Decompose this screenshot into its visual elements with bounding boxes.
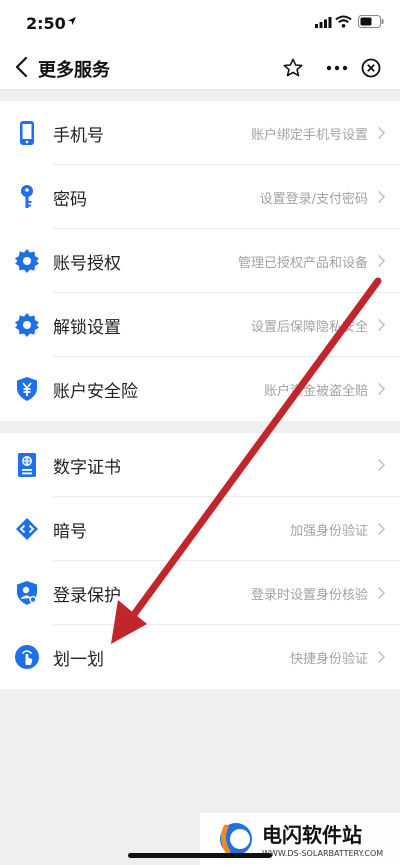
row-digital-certificate[interactable]: 数字证书	[0, 433, 400, 497]
row-description: 快捷身份验证	[289, 652, 368, 667]
row-label: 暗号	[53, 522, 87, 542]
row-password[interactable]: 密码 设置登录/支付密码	[0, 165, 400, 229]
chevron-right-icon	[377, 318, 386, 332]
row-account-insurance[interactable]: 账户安全险 账户资金被盗全赔	[0, 357, 400, 421]
passport-icon	[18, 453, 36, 477]
row-label: 账号授权	[53, 254, 121, 274]
row-phone[interactable]: 手机号 账户绑定手机号设置	[0, 101, 400, 165]
chevron-right-icon	[377, 254, 386, 268]
row-label: 解锁设置	[53, 318, 121, 338]
watermark-title: 电闪软件站	[262, 823, 362, 847]
back-icon[interactable]	[14, 56, 28, 78]
row-label: 登录保护	[53, 586, 121, 606]
star-icon[interactable]	[282, 57, 304, 79]
chevron-right-icon	[377, 458, 386, 472]
chevron-right-icon	[377, 126, 386, 140]
wifi-icon	[335, 15, 352, 28]
row-description: 登录时设置身份核验	[250, 588, 368, 603]
status-time: 2:50	[26, 14, 66, 33]
chevron-right-icon	[377, 382, 386, 396]
gear-icon	[15, 313, 39, 337]
row-description: 账户资金被盗全赔	[263, 384, 368, 399]
user-shield-icon	[17, 581, 37, 605]
settings-group-verification: 数字证书 暗号 加强身份验证 登录保护 登录时设置身份核验 划一划 快捷身份验证	[0, 433, 400, 689]
settings-group-account: 手机号 账户绑定手机号设置 密码 设置登录/支付密码 账号授权 管理已授权产品和…	[0, 101, 400, 421]
more-icon[interactable]	[326, 58, 348, 78]
row-label: 划一划	[53, 650, 104, 670]
gear-icon	[15, 249, 39, 273]
row-description: 管理已授权产品和设备	[237, 256, 368, 271]
yuan-shield-icon	[17, 377, 37, 401]
battery-icon	[358, 15, 384, 28]
swipe-hand-icon	[15, 645, 39, 669]
status-bar: 2:50	[0, 0, 400, 44]
row-unlock-settings[interactable]: 解锁设置 设置后保障隐私安全	[0, 293, 400, 357]
key-icon	[21, 185, 33, 208]
row-swipe[interactable]: 划一划 快捷身份验证	[0, 625, 400, 689]
row-label: 账户安全险	[53, 382, 138, 402]
chevron-right-icon	[377, 586, 386, 600]
home-indicator	[128, 853, 272, 858]
close-icon[interactable]	[360, 57, 382, 79]
row-label: 数字证书	[53, 458, 121, 478]
diamond-code-icon	[16, 518, 38, 540]
row-description: 账户绑定手机号设置	[250, 128, 368, 143]
row-account-authorization[interactable]: 账号授权 管理已授权产品和设备	[0, 229, 400, 293]
row-label: 手机号	[53, 126, 104, 146]
row-secret-code[interactable]: 暗号 加强身份验证	[0, 497, 400, 561]
chevron-right-icon	[377, 650, 386, 664]
chevron-right-icon	[377, 190, 386, 204]
row-description: 加强身份验证	[289, 524, 368, 539]
row-description: 设置后保障隐私安全	[250, 320, 368, 335]
watermark-url: WWW.DS-SOLARBATTERY.COM	[262, 849, 384, 858]
phone-icon	[20, 121, 34, 145]
page-title: 更多服务	[38, 60, 110, 81]
location-arrow-icon	[68, 17, 76, 25]
chevron-right-icon	[377, 522, 386, 536]
signal-icon	[315, 17, 332, 28]
row-login-protection[interactable]: 登录保护 登录时设置身份核验	[0, 561, 400, 625]
row-description: 设置登录/支付密码	[259, 192, 368, 207]
nav-bar: 更多服务	[0, 44, 400, 90]
row-label: 密码	[53, 190, 87, 210]
